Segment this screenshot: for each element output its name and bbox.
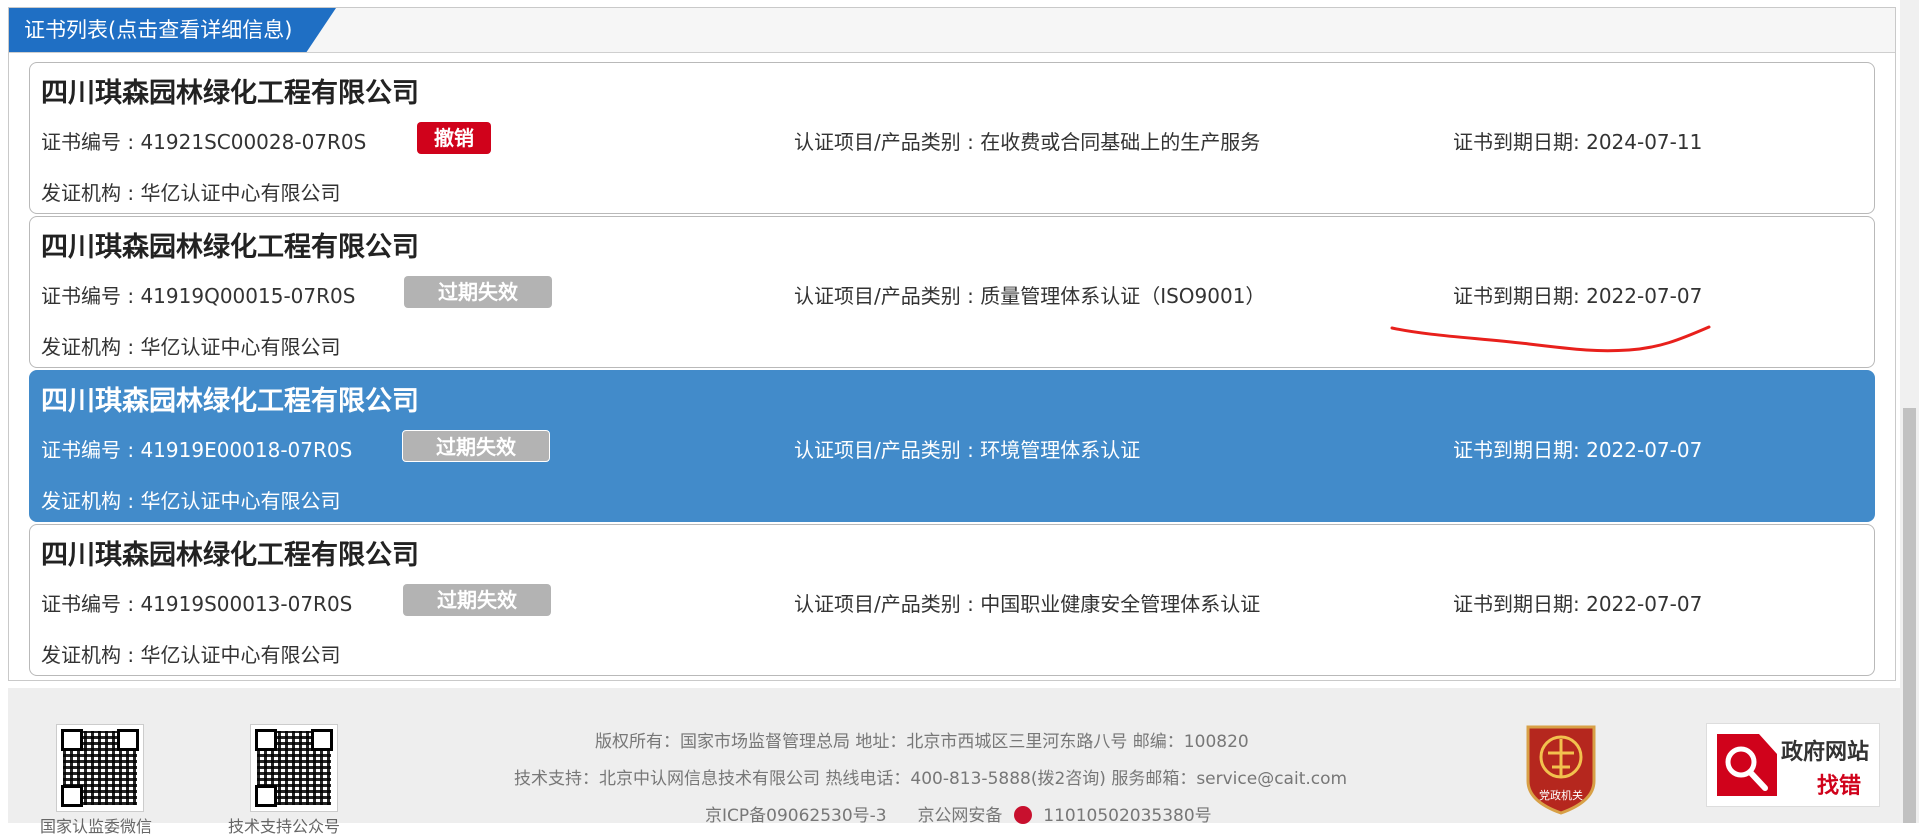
cert-number: 证书编号 : 41919Q00015-07R0S <box>41 284 356 308</box>
cert-expiry-date: 证书到期日期: 2024-07-11 <box>1453 130 1703 154</box>
gov-badge-subtitle: 找错 <box>1817 774 1862 799</box>
cert-expiry-date: 证书到期日期: 2022-07-07 <box>1453 438 1703 462</box>
panel-header: 证书列表(点击查看详细信息) <box>9 8 1895 53</box>
qr-label-support: 技术支持公众号 <box>228 817 341 836</box>
cert-issuer: 发证机构 : 华亿认证中心有限公司 <box>41 181 341 205</box>
panel-title-tab: 证书列表(点击查看详细信息) <box>9 8 336 52</box>
page-footer: 国家认监委微信 技术支持公众号 版权所有：国家市场监督管理总局 地址：北京市西城… <box>8 688 1900 836</box>
certificate-card[interactable]: 四川琪森园林绿化工程有限公司 证书编号 : 41921SC00028-07R0S… <box>29 62 1875 214</box>
company-name: 四川琪森园林绿化工程有限公司 <box>41 540 419 571</box>
company-name: 四川琪森园林绿化工程有限公司 <box>41 78 419 109</box>
support-qr-code <box>250 724 338 812</box>
cert-category: 认证项目/产品类别 : 质量管理体系认证（ISO9001） <box>794 284 1266 308</box>
certificate-card[interactable]: 四川琪森园林绿化工程有限公司 证书编号 : 41919S00013-07R0S … <box>29 524 1875 676</box>
status-badge: 撤销 <box>417 122 491 154</box>
gov-badge-title: 政府网站 <box>1781 740 1870 765</box>
company-name: 四川琪森园林绿化工程有限公司 <box>41 232 419 263</box>
icp-link[interactable]: 京ICP备09062530号-3 <box>705 806 887 826</box>
police-record-link[interactable]: 11010502035380号 <box>1043 806 1211 826</box>
scrollbar-thumb[interactable] <box>1903 408 1916 823</box>
emblem-text: 党政机关 <box>1539 788 1583 802</box>
vertical-scrollbar[interactable] <box>1900 0 1919 823</box>
footer-copyright: 版权所有：国家市场监督管理总局 地址：北京市西城区三里河东路八号 邮编：1008… <box>595 732 1249 752</box>
cert-category: 认证项目/产品类别 : 在收费或合同基础上的生产服务 <box>794 130 1261 154</box>
gov-website-error-report[interactable]: 政府网站 找错 <box>1706 723 1880 807</box>
cert-category: 认证项目/产品类别 : 环境管理体系认证 <box>794 438 1141 462</box>
party-government-emblem[interactable]: 党政机关 <box>1522 723 1600 815</box>
status-badge: 过期失效 <box>402 430 550 462</box>
company-name: 四川琪森园林绿化工程有限公司 <box>41 386 419 417</box>
magnifier-icon <box>1717 734 1777 796</box>
police-record-label: 京公网安备 <box>917 806 1003 826</box>
cert-number: 证书编号 : 41919E00018-07R0S <box>41 438 353 462</box>
cert-issuer: 发证机构 : 华亿认证中心有限公司 <box>41 489 341 513</box>
wechat-qr-code <box>56 724 144 812</box>
cert-expiry-date: 证书到期日期: 2022-07-07 <box>1453 592 1703 616</box>
footer-icp: 京ICP备09062530号-3 京公网安备 11010502035380号 <box>705 801 1212 826</box>
police-icon <box>1013 806 1032 824</box>
certificate-card-selected[interactable]: 四川琪森园林绿化工程有限公司 证书编号 : 41919E00018-07R0S … <box>29 370 1875 522</box>
qr-label-wechat: 国家认监委微信 <box>40 817 153 836</box>
red-underline-annotation <box>1390 325 1711 353</box>
footer-support: 技术支持：北京中认网信息技术有限公司 热线电话：400-813-5888(拨2咨… <box>514 769 1348 789</box>
cert-expiry-date: 证书到期日期: 2022-07-07 <box>1453 284 1703 308</box>
status-badge: 过期失效 <box>404 276 552 308</box>
cert-issuer: 发证机构 : 华亿认证中心有限公司 <box>41 335 341 359</box>
cert-issuer: 发证机构 : 华亿认证中心有限公司 <box>41 643 341 667</box>
cert-number: 证书编号 : 41919S00013-07R0S <box>41 592 353 616</box>
status-badge: 过期失效 <box>403 584 551 616</box>
cert-number: 证书编号 : 41921SC00028-07R0S <box>41 130 367 154</box>
cert-category: 认证项目/产品类别 : 中国职业健康安全管理体系认证 <box>794 592 1261 616</box>
